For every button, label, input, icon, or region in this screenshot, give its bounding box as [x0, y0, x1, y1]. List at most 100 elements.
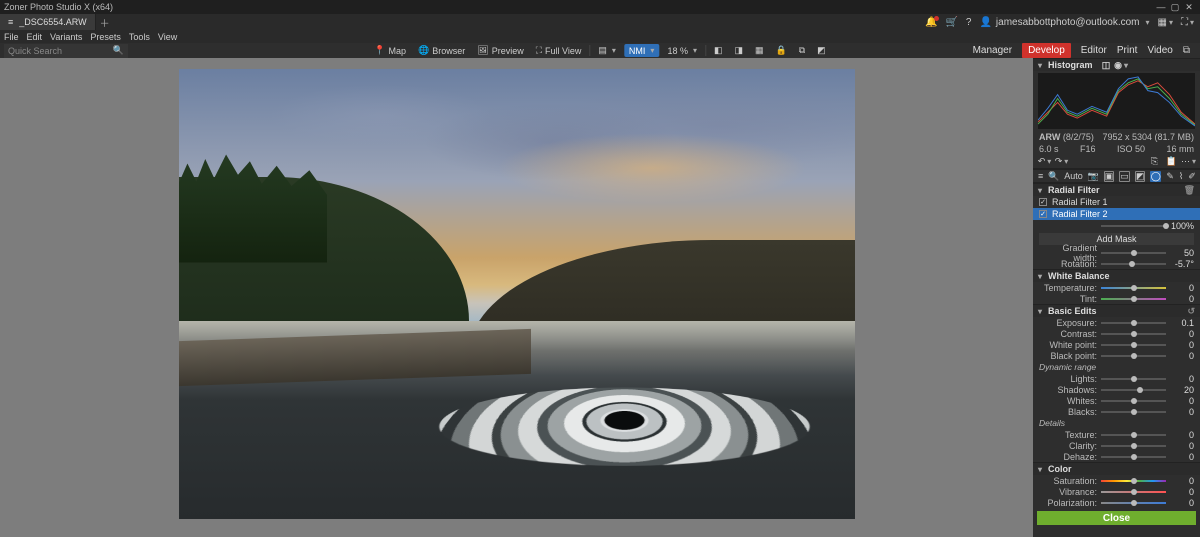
titlebar: Zoner Photo Studio X (x64) — ▢ ✕: [0, 0, 1200, 14]
close-button[interactable]: Close: [1037, 511, 1196, 525]
close-window-button[interactable]: ✕: [1182, 2, 1196, 13]
photo-preview: [179, 69, 855, 519]
file-meta-row2: 6.0 s F16 ISO 50 16 mm: [1033, 143, 1200, 155]
blacks-slider[interactable]: Blacks:0: [1033, 406, 1200, 417]
compare-icon[interactable]: ⧉: [795, 44, 809, 57]
filter-strength-slider[interactable]: 100%: [1033, 220, 1200, 231]
dehaze-slider[interactable]: Dehaze:0: [1033, 451, 1200, 462]
menu-file[interactable]: File: [4, 32, 19, 42]
history-options-icon[interactable]: ⋯: [1183, 156, 1194, 167]
minimize-button[interactable]: —: [1154, 2, 1168, 12]
tint-slider[interactable]: Tint:0: [1033, 293, 1200, 304]
shadows-slider[interactable]: Shadows:20: [1033, 384, 1200, 395]
blackpoint-slider[interactable]: Black point:0: [1033, 350, 1200, 361]
radial-filter-2[interactable]: ✓Radial Filter 2: [1033, 208, 1200, 220]
maximize-button[interactable]: ▢: [1168, 2, 1182, 13]
whitepoint-slider[interactable]: White point:0: [1033, 339, 1200, 350]
menu-tools[interactable]: Tools: [129, 32, 150, 42]
eyedropper-tool-icon[interactable]: ✐: [1188, 171, 1196, 182]
redo-icon[interactable]: ↷: [1056, 156, 1067, 167]
gradient-width-slider[interactable]: Gradient width:50: [1033, 247, 1200, 258]
fullview-button[interactable]: ⛶ Full View: [532, 44, 586, 57]
document-tab[interactable]: ≡ _DSC6554.ARW: [0, 14, 96, 30]
gradient-tool-icon[interactable]: ◩: [1135, 171, 1146, 182]
cart-icon[interactable]: 🛒: [945, 17, 957, 28]
mode-develop[interactable]: Develop: [1022, 43, 1071, 58]
retouch-tool-icon[interactable]: ⌇: [1179, 171, 1183, 182]
fullscreen-icon[interactable]: ⛶: [1181, 17, 1194, 28]
mode-print[interactable]: Print: [1117, 45, 1138, 56]
preview-button[interactable]: 🖼 Preview: [473, 44, 527, 57]
radial-header[interactable]: Radial Filter 🗑: [1033, 183, 1200, 196]
histogram-header[interactable]: Histogram ◫ ◉: [1033, 58, 1200, 71]
straighten-tool-icon[interactable]: ▭: [1119, 171, 1130, 182]
highlight-clip-icon[interactable]: ◧: [710, 44, 727, 57]
zoom-level[interactable]: 18 %: [663, 44, 701, 57]
histogram-options-icon[interactable]: ◉: [1116, 60, 1127, 71]
new-tab-button[interactable]: ＋: [96, 14, 114, 30]
paste-settings-icon[interactable]: 📋: [1166, 156, 1177, 167]
grid-icon[interactable]: ▦: [751, 44, 768, 57]
map-button[interactable]: 📍 Map: [370, 44, 410, 57]
presets-icon[interactable]: ≡: [1038, 171, 1043, 182]
search-icon: 🔍: [113, 45, 124, 56]
help-icon[interactable]: ?: [966, 17, 972, 28]
histogram-mode-icon[interactable]: ◫: [1101, 60, 1112, 71]
temperature-slider[interactable]: Temperature:0: [1033, 282, 1200, 293]
texture-slider[interactable]: Texture:0: [1033, 429, 1200, 440]
saturation-slider[interactable]: Saturation:0: [1033, 475, 1200, 486]
menu-view[interactable]: View: [158, 32, 177, 42]
radial-filter-1[interactable]: ✓Radial Filter 1: [1033, 196, 1200, 208]
before-after-icon[interactable]: ◩: [813, 44, 830, 57]
menubar: File Edit Variants Presets Tools View: [0, 30, 1200, 43]
basic-header[interactable]: Basic Edits↺: [1033, 304, 1200, 317]
vibrance-slider[interactable]: Vibrance:0: [1033, 486, 1200, 497]
menu-edit[interactable]: Edit: [27, 32, 43, 42]
external-open-icon[interactable]: ⧉: [1183, 45, 1190, 56]
app-title: Zoner Photo Studio X (x64): [4, 2, 113, 12]
details-label: Details: [1033, 417, 1200, 429]
search-placeholder: Quick Search: [8, 46, 62, 56]
radial-tool-icon[interactable]: ◯: [1150, 171, 1161, 182]
color-mode-button[interactable]: NMI: [624, 44, 660, 57]
lock-icon[interactable]: 🔒: [772, 44, 791, 57]
notifications-icon[interactable]: 🔔: [925, 17, 937, 28]
mode-manager[interactable]: Manager: [973, 45, 1012, 56]
magnifier-icon[interactable]: 🔍: [1048, 171, 1059, 182]
exposure-slider[interactable]: Exposure:0.1: [1033, 317, 1200, 328]
tab-menu-icon[interactable]: ≡: [8, 17, 13, 27]
reset-basic-icon[interactable]: ↺: [1187, 306, 1195, 317]
mode-editor[interactable]: Editor: [1081, 45, 1107, 56]
wb-header[interactable]: White Balance: [1033, 269, 1200, 282]
crop-tool-icon[interactable]: ▣: [1104, 171, 1115, 182]
clarity-slider[interactable]: Clarity:0: [1033, 440, 1200, 451]
toolbar: Quick Search 🔍 📍 Map 🌐 Browser 🖼 Preview…: [0, 43, 1200, 58]
contrast-slider[interactable]: Contrast:0: [1033, 328, 1200, 339]
tool-strip: ≡ 🔍 Auto 📷 ▣ ▭ ◩ ◯ ✎ ⌇ ✐: [1033, 169, 1200, 183]
auto-button[interactable]: Auto: [1064, 171, 1083, 181]
delete-filter-icon[interactable]: 🗑: [1184, 185, 1195, 196]
dynamic-range-label: Dynamic range: [1033, 361, 1200, 373]
mode-video[interactable]: Video: [1147, 45, 1172, 56]
camera-icon[interactable]: 📷: [1088, 171, 1099, 182]
crop-ratio-button[interactable]: ▤: [594, 44, 620, 57]
rotation-slider[interactable]: Rotation:-5.7°: [1033, 258, 1200, 269]
search-input[interactable]: Quick Search 🔍: [4, 44, 128, 58]
browser-button[interactable]: 🌐 Browser: [414, 44, 469, 57]
copy-settings-icon[interactable]: ⎘: [1149, 156, 1160, 167]
layout-preset-icon[interactable]: ▦: [1158, 17, 1173, 28]
menu-presets[interactable]: Presets: [90, 32, 121, 42]
polarization-slider[interactable]: Polarization:0: [1033, 497, 1200, 508]
user-icon: 👤: [979, 17, 991, 28]
lights-slider[interactable]: Lights:0: [1033, 373, 1200, 384]
tabbar: ≡ _DSC6554.ARW ＋ 🔔 🛒 ? 👤 jamesabbottphot…: [0, 14, 1200, 30]
canvas-area[interactable]: [0, 58, 1033, 537]
shadow-clip-icon[interactable]: ◨: [730, 44, 747, 57]
account-row: 🔔 🛒 ? 👤 jamesabbottphoto@outlook.com ▦ ⛶: [919, 14, 1200, 30]
brush-tool-icon[interactable]: ✎: [1166, 171, 1174, 182]
whites-slider[interactable]: Whites:0: [1033, 395, 1200, 406]
color-header[interactable]: Color: [1033, 462, 1200, 475]
menu-variants[interactable]: Variants: [50, 32, 82, 42]
undo-icon[interactable]: ↶: [1039, 156, 1050, 167]
account-menu[interactable]: 👤 jamesabbottphoto@outlook.com: [979, 17, 1149, 28]
